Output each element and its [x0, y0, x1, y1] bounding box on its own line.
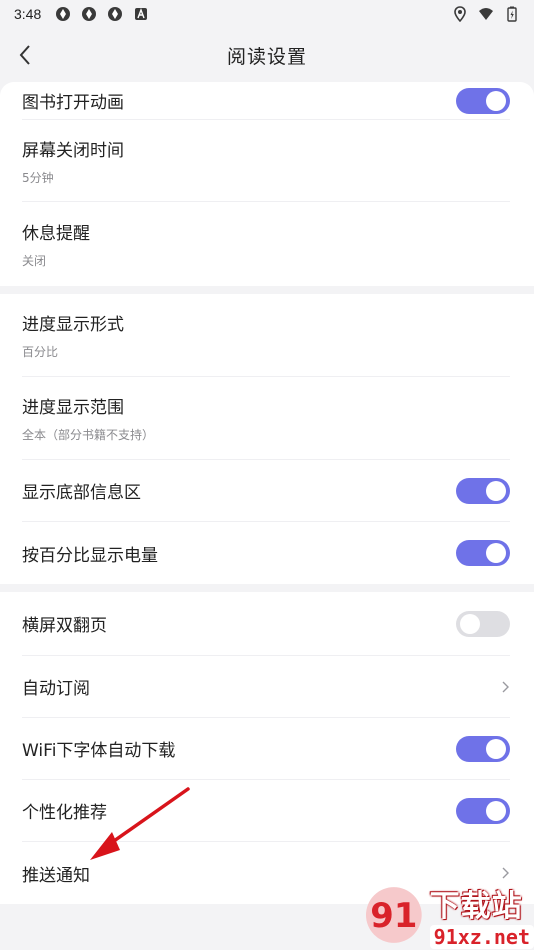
setting-wifi-font-download[interactable]: WiFi下字体自动下载 [22, 718, 510, 780]
chevron-right-icon [502, 681, 509, 692]
setting-value: 百分比 [22, 345, 59, 359]
status-system-icons [452, 6, 520, 22]
setting-label: 屏幕关闭时间 [22, 140, 124, 161]
setting-value: 全本（部分书籍不支持） [22, 428, 155, 442]
chevron-right-icon [502, 867, 509, 879]
status-notification-icons [55, 6, 149, 22]
toggle-knob [486, 543, 506, 563]
wifi-icon [479, 8, 493, 20]
setting-label: 按百分比显示电量 [22, 545, 158, 566]
landscape-double-page-toggle[interactable] [456, 610, 510, 637]
setting-label: 个性化推荐 [22, 803, 107, 823]
navigation-bar: 阅读设置 [0, 28, 534, 82]
status-bar: 3:48 [0, 0, 534, 28]
setting-auto-subscribe[interactable]: 自动订阅 [22, 656, 510, 718]
setting-label: 进度显示范围 [22, 398, 124, 418]
app-status-icon [82, 7, 97, 21]
site-logo-icon: 91 [365, 887, 422, 943]
watermark-url: 91xz.net [429, 925, 534, 949]
location-icon [454, 6, 466, 22]
toggle-knob [486, 800, 506, 821]
a-status-icon [135, 8, 148, 20]
setting-label: 显示底部信息区 [22, 483, 141, 503]
watermark: 91 下载站 91xz.net [362, 880, 534, 950]
setting-battery-percentage[interactable]: 按百分比显示电量 [22, 522, 510, 584]
logo-text: 91 [370, 896, 417, 935]
setting-progress-display-format[interactable]: 进度显示形式 百分比 [22, 294, 510, 377]
setting-personalized-recommend[interactable]: 个性化推荐 [22, 780, 510, 842]
setting-screen-off-time[interactable]: 屏幕关闭时间 5分钟 [22, 120, 510, 202]
chevron-left-icon [19, 45, 30, 65]
setting-book-open-animation[interactable]: 图书打开动画 [22, 82, 510, 120]
setting-label: WiFi下字体自动下载 [22, 741, 176, 761]
setting-rest-reminder[interactable]: 休息提醒 关闭 [22, 202, 510, 286]
setting-label: 休息提醒 [22, 224, 90, 244]
page-title: 阅读设置 [226, 45, 307, 68]
watermark-title: 下载站 [429, 889, 523, 924]
personalized-recommend-toggle[interactable] [456, 797, 510, 824]
settings-section-progress: 进度显示形式 百分比 进度显示范围 全本（部分书籍不支持） 显示底部信息区 按百… [0, 294, 534, 584]
show-bottom-info-toggle[interactable] [456, 477, 510, 504]
setting-label: 图书打开动画 [22, 93, 124, 113]
settings-section-general: 图书打开动画 屏幕关闭时间 5分钟 休息提醒 关闭 [0, 82, 534, 286]
setting-progress-display-range[interactable]: 进度显示范围 全本（部分书籍不支持） [22, 377, 510, 460]
book-open-animation-toggle[interactable] [456, 87, 510, 114]
setting-label: 自动订阅 [22, 679, 90, 699]
app-status-icon [56, 7, 71, 21]
setting-label: 推送通知 [22, 865, 90, 886]
setting-landscape-double-page[interactable]: 横屏双翻页 [22, 592, 510, 656]
toggle-knob [486, 738, 506, 759]
settings-section-other: 横屏双翻页 自动订阅 WiFi下字体自动下载 个性化推荐 推送通知 [0, 592, 534, 904]
app-status-icon [108, 7, 123, 21]
setting-label: 横屏双翻页 [22, 616, 107, 636]
battery-icon [507, 6, 517, 22]
toggle-knob [486, 90, 506, 111]
status-time: 3:48 [14, 6, 42, 22]
toggle-knob [486, 480, 506, 501]
setting-show-bottom-info[interactable]: 显示底部信息区 [22, 460, 510, 522]
wifi-font-download-toggle[interactable] [456, 735, 510, 762]
setting-label: 进度显示形式 [22, 315, 124, 335]
back-button[interactable] [10, 40, 40, 70]
toggle-knob [460, 613, 480, 634]
battery-percentage-toggle[interactable] [456, 540, 510, 566]
setting-value: 5分钟 [22, 170, 54, 185]
setting-value: 关闭 [22, 254, 47, 268]
